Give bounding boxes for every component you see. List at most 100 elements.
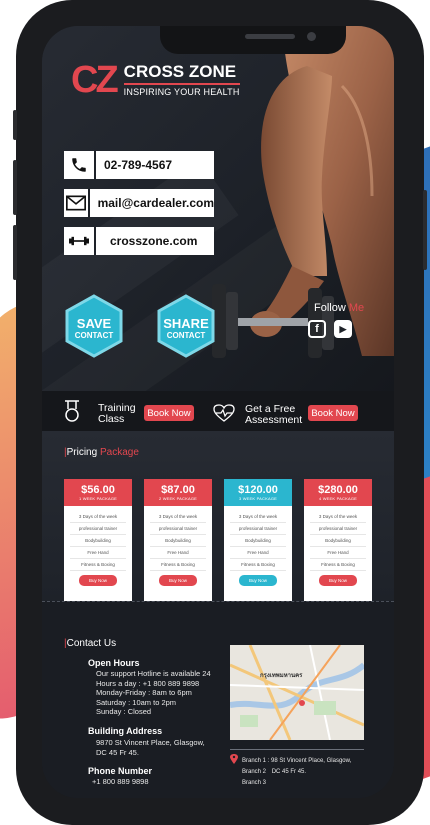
contact-us-title-text: Contact Us (66, 638, 117, 649)
heartbeat-icon (213, 404, 235, 422)
open-hours-line: Monday-Friday : 8am to 6pm (96, 688, 192, 697)
plan-feature: Bodybuilding (310, 535, 366, 547)
plan-feature: Free Hand (70, 547, 126, 559)
youtube-glyph: ▶ (339, 323, 347, 334)
open-hours-line: Hours a day : +1 800 889 9898 (96, 678, 200, 688)
book-assessment-button[interactable]: Book Now (308, 405, 358, 421)
plan-feature: Fitness & Boxing (230, 559, 286, 571)
map-graphic (230, 645, 364, 740)
website-contact-row[interactable]: crosszone.com (64, 227, 214, 255)
buy-now-button[interactable]: Buy Now (79, 575, 117, 586)
plan-feature: 3 Days of the week (70, 511, 126, 523)
location-pin-icon (230, 754, 238, 764)
phone-side-button (423, 190, 427, 270)
plan-period: 3 WEEK PACKAGE (238, 495, 278, 501)
save-label: SAVE (76, 316, 112, 331)
email-contact-row[interactable]: mail@cardealer.com (64, 189, 214, 217)
branch-item: Branch 3 (242, 778, 351, 789)
buy-now-button[interactable]: Buy Now (319, 575, 357, 586)
plan-feature: 3 Days of the week (310, 511, 366, 523)
share-label: SHARE (163, 316, 209, 331)
branch-text: 98 St Vincent Place, Glasgow, (271, 758, 352, 764)
open-hours-text: Our support Hotline is available 24 Hour… (96, 669, 211, 717)
phone-notch (160, 26, 346, 54)
phone-screen: CZ CROSS ZONE INSPIRING YOUR HEALTH 02-7… (42, 26, 394, 798)
plan-feature: Free Hand (230, 547, 286, 559)
plan-feature: Free Hand (310, 547, 366, 559)
plan-feature-list: 3 Days of the week professional trainer Bo… (64, 506, 132, 571)
plan-feature: Fitness & Boxing (150, 559, 206, 571)
location-map[interactable]: กรุงเทพมหานคร (230, 645, 364, 740)
share-contact-button[interactable]: SHARE CONTACT (156, 294, 216, 358)
pricing-card: $120.00 3 WEEK PACKAGE 3 Days of the week p… (224, 479, 292, 601)
plan-feature-list: 3 Days of the week professional trainer Bo… (304, 506, 372, 571)
dumbbell-icon (64, 227, 96, 255)
brand-tagline: INSPIRING YOUR HEALTH (123, 86, 240, 97)
open-hours-line: Saturday : 10am to 2pm (96, 697, 177, 707)
map-city-label: กรุงเทพมหานคร (260, 673, 303, 679)
pricing-card: $280.00 4 WEEK PACKAGE 3 Days of the week p… (304, 479, 372, 601)
save-contact-button[interactable]: SAVE CONTACT (64, 294, 124, 358)
pricing-card-header: $56.00 1 WEEK PACKAGE (64, 479, 132, 506)
plan-period: 2 WEEK PACKAGE (158, 495, 198, 501)
buy-now-button[interactable]: Buy Now (159, 575, 197, 586)
plan-price: $120.00 (238, 483, 278, 496)
open-hours-line: Our support Hotline is available 24 (96, 669, 211, 678)
free-assessment-label: Get a Free Assessment (245, 404, 302, 426)
plan-period: 4 WEEK PACKAGE (318, 495, 358, 501)
plan-price: $56.00 (81, 483, 115, 496)
plan-feature: 3 Days of the week (150, 511, 206, 523)
phone-number: 02-789-4567 (104, 158, 173, 172)
pricing-card-header: $280.00 4 WEEK PACKAGE (304, 479, 372, 506)
save-sublabel: CONTACT (74, 331, 114, 340)
plan-feature: professional trainer (310, 523, 366, 535)
plan-feature: professional trainer (150, 523, 206, 535)
pricing-card: $87.00 2 WEEK PACKAGE 3 Days of the week pr… (144, 479, 212, 601)
branch-list: Branch 1 : 98 St Vincent Place, Glasgow,… (242, 756, 351, 789)
map-divider (230, 749, 364, 750)
pricing-card-header: $87.00 2 WEEK PACKAGE (144, 479, 212, 506)
logo-letter-z: Z (95, 59, 118, 101)
share-sublabel: CONTACT (166, 331, 206, 340)
open-hours-line: Sunday : Closed (96, 707, 152, 716)
email-address: mail@cardealer.com (97, 196, 214, 210)
buy-now-button[interactable]: Buy Now (239, 575, 277, 586)
plan-feature: professional trainer (230, 523, 286, 535)
front-camera (307, 32, 316, 41)
branch-label: Branch 3 (242, 780, 267, 786)
facebook-icon[interactable]: f (308, 320, 326, 338)
training-line2: Class (98, 413, 125, 425)
contact-phone-number: +1 800 889 9898 (92, 777, 149, 786)
youtube-icon[interactable]: ▶ (334, 320, 352, 338)
book-training-button[interactable]: Book Now (144, 405, 194, 421)
pricing-card: $56.00 1 WEEK PACKAGE 3 Days of the week pr… (64, 479, 132, 601)
branch-text: DC 45 Fr 45. (271, 769, 307, 775)
plan-period: 1 WEEK PACKAGE (78, 495, 118, 501)
logo-underline (123, 82, 240, 85)
plan-price: $280.00 (318, 483, 358, 496)
plan-feature: Bodybuilding (150, 535, 206, 547)
branch-item: Branch 1 : 98 St Vincent Place, Glasgow, (242, 756, 351, 767)
plan-price: $87.00 (161, 483, 195, 496)
pricing-title-word: Pricing (66, 447, 98, 458)
speaker-grille (245, 34, 295, 39)
website-url: crosszone.com (110, 234, 198, 248)
branch-label: Branch 1 : (242, 758, 270, 764)
logo-text: CROSS ZONE INSPIRING YOUR HEALTH (123, 61, 240, 98)
logo-mark: CZ (71, 59, 119, 101)
assessment-line2: Assessment (245, 414, 303, 426)
follow-me-accent: Me (348, 302, 365, 314)
phone-side-button (13, 110, 17, 140)
pricing-title-accent: Package (99, 447, 139, 458)
phone-contact-row[interactable]: 02-789-4567 (64, 151, 214, 179)
plan-feature-list: 3 Days of the week professional trainer Bo… (144, 506, 212, 571)
brand-name: CROSS ZONE (123, 61, 237, 81)
building-address-title: Building Address (88, 726, 163, 736)
pricing-card-header: $120.00 3 WEEK PACKAGE (224, 479, 292, 506)
phone-icon (64, 151, 96, 179)
pricing-title: |Pricing Package (64, 447, 139, 458)
hero-banner: CZ CROSS ZONE INSPIRING YOUR HEALTH 02-7… (42, 26, 394, 391)
follow-text: Follow (314, 302, 346, 314)
branch-label: Branch 2 (242, 769, 267, 775)
logo-letter-c: C (71, 59, 99, 101)
